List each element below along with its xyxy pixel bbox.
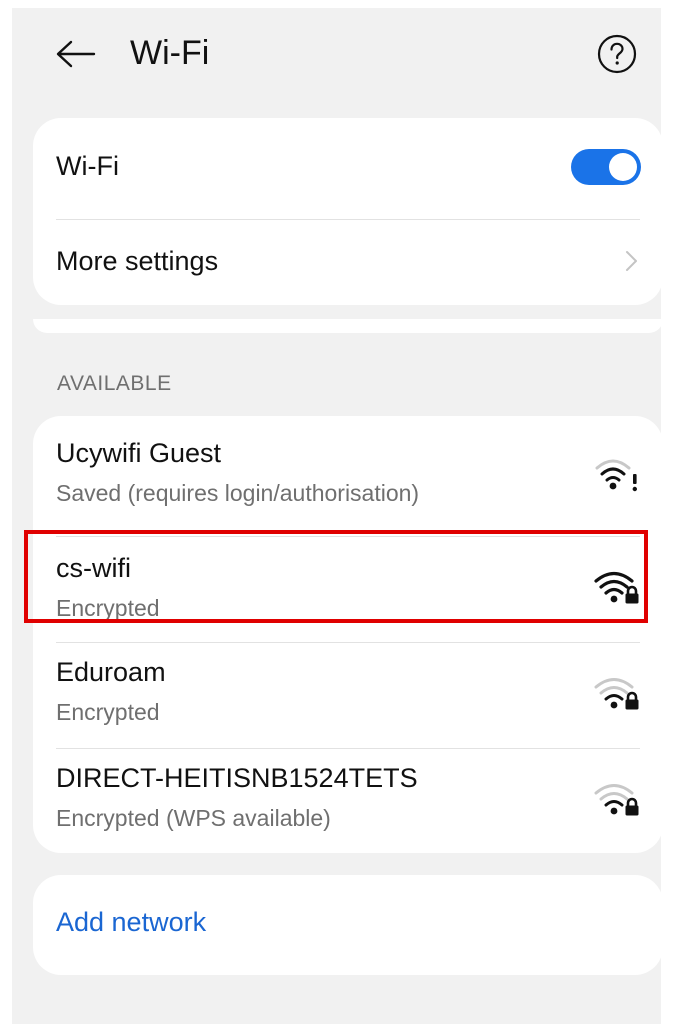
network-name: DIRECT-HEITISNB1524TETS — [56, 763, 418, 793]
app-header: Wi-Fi — [12, 8, 661, 108]
network-name: Ucywifi Guest — [56, 438, 222, 468]
wifi-settings-screen: Wi-Fi Wi-Fi More settings AVAILABLE Ucyw… — [12, 8, 661, 1024]
network-name: Eduroam — [56, 657, 166, 687]
add-network-card: Add network — [33, 875, 661, 975]
available-networks-list: Ucywifi Guest Saved (requires login/auth… — [33, 416, 661, 853]
wifi-lock-icon — [594, 678, 639, 710]
arrow-left-icon — [56, 40, 96, 68]
network-item-eduroam[interactable]: Eduroam Encrypted — [33, 643, 661, 749]
network-item-ucywifi-guest[interactable]: Ucywifi Guest Saved (requires login/auth… — [33, 416, 661, 522]
more-settings-label: More settings — [56, 246, 219, 276]
wifi-lock-icon — [594, 784, 639, 816]
chevron-right-icon — [626, 251, 637, 271]
network-name: cs-wifi — [56, 553, 131, 583]
more-settings-row[interactable]: More settings — [33, 219, 661, 305]
network-status: Encrypted (WPS available) — [56, 805, 331, 831]
wifi-alert-icon — [595, 459, 637, 492]
network-status: Encrypted — [56, 699, 160, 725]
wifi-toggle-label: Wi-Fi — [56, 151, 119, 181]
network-status: Saved (requires login/authorisation) — [56, 480, 420, 506]
network-status: Encrypted — [56, 595, 160, 621]
wifi-settings-card: Wi-Fi More settings — [33, 118, 661, 305]
page-title: Wi-Fi — [130, 34, 210, 72]
wifi-lock-icon — [594, 571, 639, 604]
collapsed-card-edge — [33, 319, 661, 333]
network-item-direct-heitisnb1524tets[interactable]: DIRECT-HEITISNB1524TETS Encrypted (WPS a… — [33, 749, 661, 855]
wifi-toggle-switch[interactable] — [571, 149, 641, 185]
wifi-toggle-row[interactable]: Wi-Fi — [33, 118, 661, 218]
back-button[interactable] — [54, 34, 98, 74]
add-network-button[interactable]: Add network — [56, 907, 206, 938]
network-item-cs-wifi[interactable]: cs-wifi Encrypted — [33, 537, 661, 643]
help-button[interactable] — [596, 33, 638, 75]
question-circle-icon — [597, 34, 637, 74]
available-section-label: AVAILABLE — [57, 372, 172, 395]
toggle-knob — [609, 153, 637, 181]
